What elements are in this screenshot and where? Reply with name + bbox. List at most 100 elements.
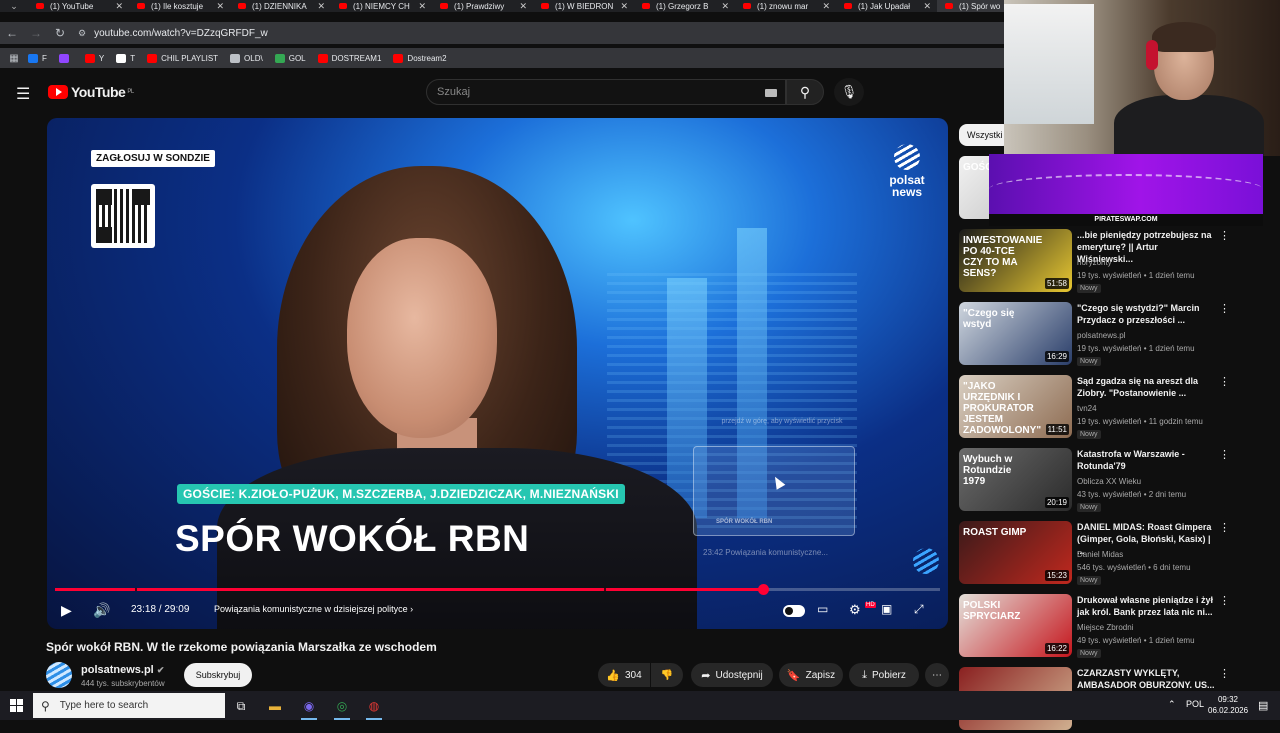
file-explorer-icon[interactable]: ▬ [264, 695, 286, 717]
browser-tab[interactable]: (1) Ile kosztuje ✕ [129, 0, 230, 12]
close-tab-icon[interactable]: ✕ [317, 1, 325, 12]
recommendation-title[interactable]: Katastrofa w Warszawie - Rotunda'79 [1077, 448, 1215, 472]
more-options-icon[interactable]: ⋮ [1219, 667, 1230, 680]
chapter-title[interactable]: Powiązania komunistyczne w dzisiejszej p… [214, 604, 413, 614]
clock[interactable]: 09:32 06.02.2026 [1208, 694, 1248, 716]
play-icon[interactable]: ▶ [61, 602, 72, 619]
browser-tab[interactable]: (1) znowu mar ✕ [735, 0, 836, 12]
recommendation-channel[interactable]: tvn24 [1077, 404, 1097, 413]
share-button[interactable]: ➦ Udostępnij [691, 663, 773, 687]
url-field[interactable]: ⚙ youtube.com/watch?v=DZzqGRFDF_w [78, 28, 268, 39]
recommendation-title[interactable]: Sąd zgadza się na areszt dla Ziobry. "Po… [1077, 375, 1215, 399]
recommendation-item[interactable]: "Czego się wstyd 16:29 "Czego się wstydzi?… [959, 302, 1259, 368]
recommendation-item[interactable]: "JAKO URZĘDNIK I PROKURATOR JESTEM ZADOW… [959, 375, 1259, 441]
browser-tab[interactable]: (1) W BIEDRON ✕ [533, 0, 634, 12]
bookmark-item[interactable]: CHIL PLAYLIST [147, 53, 218, 63]
bookmark-item[interactable]: T [116, 53, 135, 63]
recommendation-item[interactable]: Wybuch w Rotundzie 1979 20:19 Katastrofa w… [959, 448, 1259, 514]
video-thumbnail[interactable]: POLSKI SPRYCIARZ 16:22 [959, 594, 1072, 657]
recommendation-item[interactable]: POLSKI SPRYCIARZ 16:22 Drukował własne pie… [959, 594, 1259, 660]
close-tab-icon[interactable]: ✕ [822, 1, 830, 12]
filter-chip-all[interactable]: Wszystki [959, 124, 1011, 146]
browser-tab[interactable]: (1) Grzegorz B ✕ [634, 0, 735, 12]
windows-start-icon[interactable] [10, 699, 23, 712]
browser-tab[interactable]: (1) DZIENNIKA ✕ [230, 0, 331, 12]
recommendation-title[interactable]: Drukował własne pieniądze i żył jak król… [1077, 594, 1215, 618]
recommendation-item[interactable]: ROAST GIMP 15:23 DANIEL MIDAS: Roast Gimpe… [959, 521, 1259, 587]
video-thumbnail[interactable]: ROAST GIMP 15:23 [959, 521, 1072, 584]
tray-chevron-icon[interactable]: ⌃ [1168, 699, 1176, 710]
recommendation-item[interactable]: INWESTOWANIE PO 40-TCE CZY TO MA SENS? 51… [959, 229, 1259, 295]
subtitles-icon[interactable]: ▭ [817, 602, 828, 616]
taskbar-search-input[interactable]: ⚲ Type here to search [33, 693, 225, 718]
video-thumbnail[interactable]: INWESTOWANIE PO 40-TCE CZY TO MA SENS? 51… [959, 229, 1072, 292]
more-actions-button[interactable]: ⋯ [925, 663, 949, 687]
browser-tab[interactable]: (1) Prawdziwy ✕ [432, 0, 533, 12]
subscribe-button[interactable]: Subskrybuj [184, 663, 252, 687]
more-options-icon[interactable]: ⋮ [1219, 521, 1230, 534]
bookmark-item[interactable]: F [28, 53, 47, 63]
bookmark-item[interactable]: Y [84, 53, 104, 63]
dislike-button[interactable]: 👎 [651, 663, 683, 687]
discord-icon[interactable]: ◉ [298, 695, 320, 720]
channel-watermark-icon[interactable] [913, 548, 939, 574]
video-thumbnail[interactable]: "Czego się wstyd 16:29 [959, 302, 1072, 365]
scrubber-handle[interactable] [758, 584, 769, 595]
bookmark-item[interactable]: DOSTREAM1 [317, 53, 381, 63]
recommendation-title[interactable]: CZARZASTY WYKLĘTY, AMBASADOR OBURZONY. U… [1077, 667, 1215, 691]
voice-search-button[interactable]: 🎙 [834, 78, 864, 106]
recommendation-channel[interactable]: Miejsce Zbrodni [1077, 623, 1133, 632]
fullscreen-icon[interactable]: ⤢ [914, 602, 924, 617]
download-button[interactable]: ⤓ Pobierz [849, 663, 919, 687]
task-view-icon[interactable]: ⧉ [230, 695, 252, 717]
more-options-icon[interactable]: ⋮ [1219, 448, 1230, 461]
bookmark-item[interactable] [58, 53, 73, 63]
progress-bar[interactable] [55, 584, 940, 595]
forward-icon[interactable]: → [24, 26, 48, 40]
menu-icon[interactable]: ☰ [16, 84, 30, 104]
volume-icon[interactable]: 🔊 [93, 602, 110, 619]
bookmark-item[interactable]: GOL [274, 53, 306, 63]
search-button[interactable]: ⚲ [786, 79, 824, 105]
save-button[interactable]: 🔖 Zapisz [779, 663, 843, 687]
language-indicator[interactable]: POL [1186, 699, 1204, 709]
close-tab-icon[interactable]: ✕ [115, 1, 123, 12]
more-options-icon[interactable]: ⋮ [1219, 229, 1230, 242]
more-options-icon[interactable]: ⋮ [1219, 594, 1230, 607]
close-tab-icon[interactable]: ✕ [519, 1, 527, 12]
miniplayer-icon[interactable]: ▣ [881, 602, 892, 616]
recommendation-channel[interactable]: horyzonty [1077, 258, 1112, 267]
close-tab-icon[interactable]: ✕ [418, 1, 426, 12]
video-player[interactable]: ZAGŁOSUJ W SONDZIE polsat news przejdź w… [47, 118, 948, 629]
video-thumbnail[interactable]: Wybuch w Rotundzie 1979 20:19 [959, 448, 1072, 511]
close-tab-icon[interactable]: ✕ [923, 1, 931, 12]
settings-icon[interactable]: ⚙ [849, 602, 861, 618]
site-info-icon[interactable]: ⚙ [78, 28, 86, 39]
channel-avatar[interactable] [46, 662, 72, 688]
recommendation-channel[interactable]: Oblicza XX Wieku [1077, 477, 1141, 486]
chrome-icon[interactable]: ◎ [331, 695, 353, 720]
apps-grid-icon[interactable]: ▦ [0, 53, 28, 64]
bookmark-item[interactable]: OLD\ [230, 53, 263, 63]
bookmark-item[interactable]: Dostream2 [393, 53, 447, 63]
tab-search-icon[interactable]: ⌄ [0, 0, 28, 12]
more-options-icon[interactable]: ⋮ [1219, 375, 1230, 388]
browser-tab[interactable]: (1) Jak Upadał ✕ [836, 0, 937, 12]
close-tab-icon[interactable]: ✕ [620, 1, 628, 12]
channel-name[interactable]: polsatnews.pl ✔ [81, 664, 164, 676]
browser-tab[interactable]: (1) NIEMCY CH ✕ [331, 0, 432, 12]
obs-icon[interactable]: ◍ [363, 695, 385, 720]
back-icon[interactable]: ← [0, 26, 24, 40]
reload-icon[interactable]: ↻ [48, 26, 72, 40]
close-tab-icon[interactable]: ✕ [721, 1, 729, 12]
notifications-icon[interactable]: ▤ [1258, 699, 1268, 712]
video-thumbnail[interactable]: "JAKO URZĘDNIK I PROKURATOR JESTEM ZADOW… [959, 375, 1072, 438]
like-button[interactable]: 👍 304 [598, 663, 650, 687]
youtube-logo[interactable]: YouTube PL [48, 84, 134, 100]
recommendation-channel[interactable]: Daniel Midas [1077, 550, 1123, 559]
more-options-icon[interactable]: ⋮ [1219, 302, 1230, 315]
keyboard-icon[interactable] [765, 89, 777, 97]
search-input[interactable]: Szukaj [426, 79, 786, 105]
browser-tab[interactable]: (1) YouTube ✕ [28, 0, 129, 12]
recommendation-title[interactable]: "Czego się wstydzi?" Marcin Przydacz o p… [1077, 302, 1215, 326]
